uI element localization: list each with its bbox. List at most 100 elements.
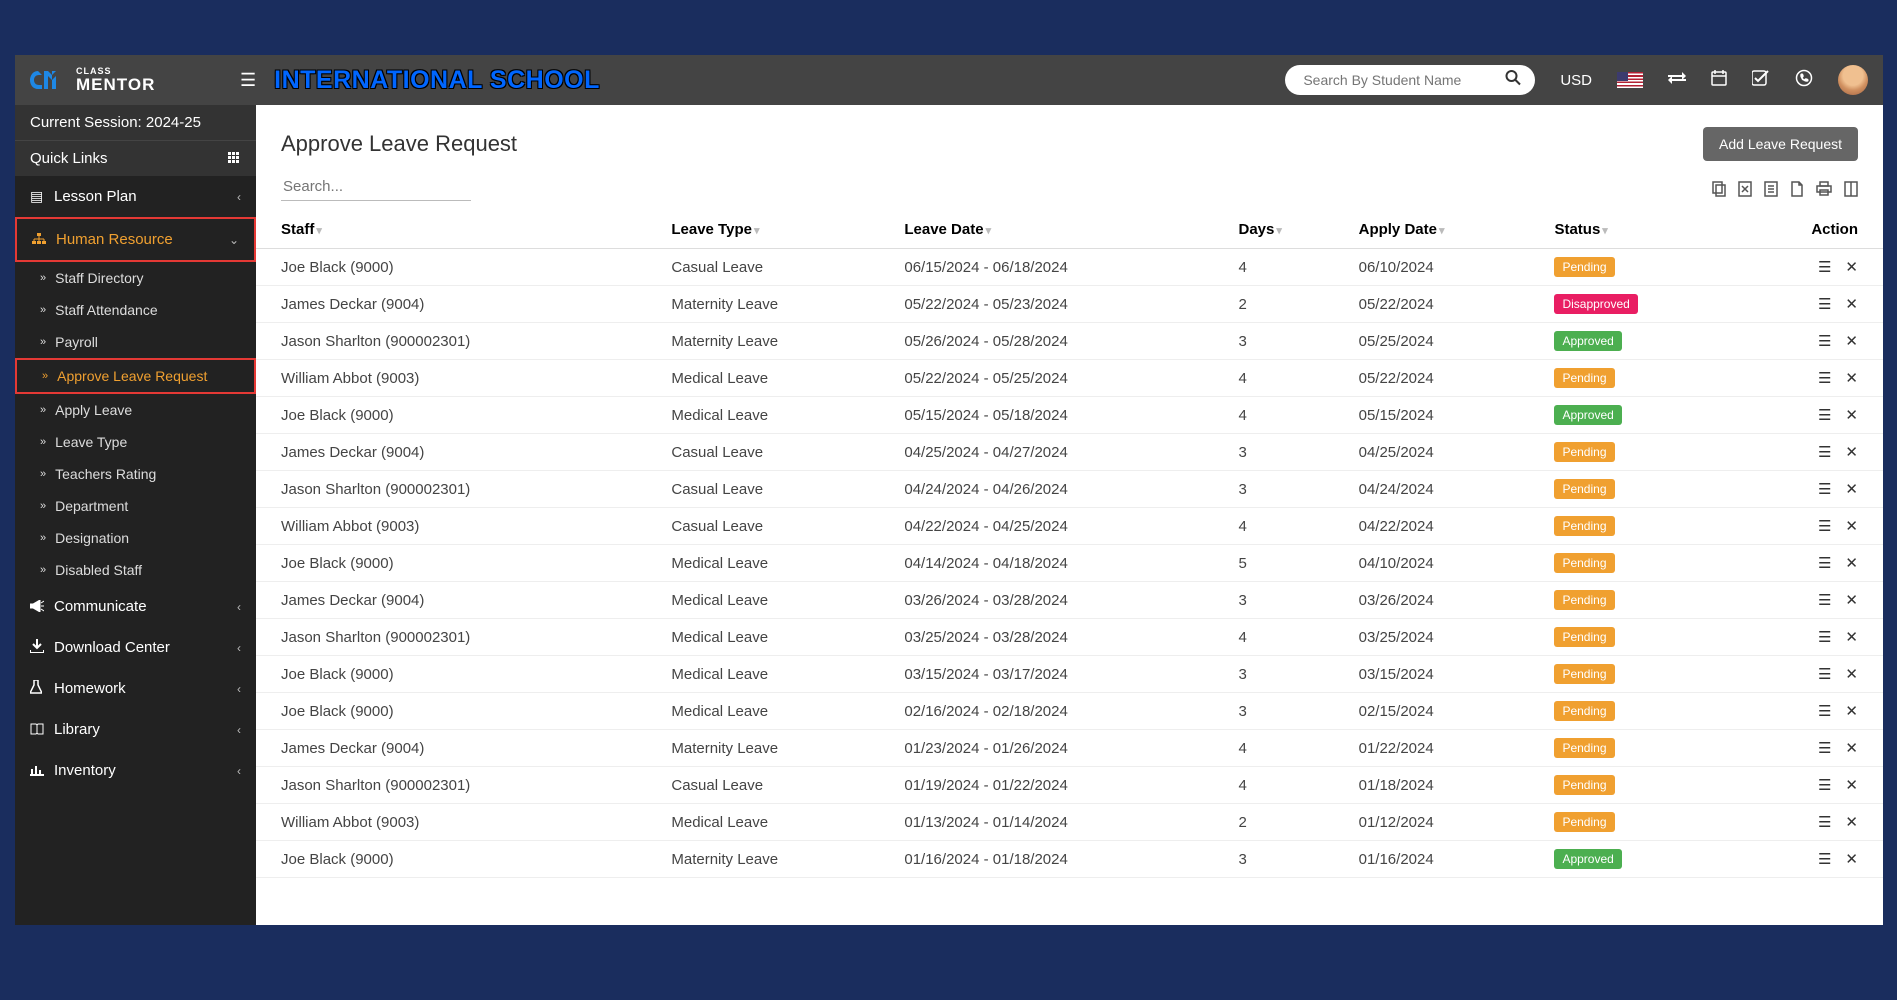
status-badge: Pending: [1554, 479, 1614, 499]
pdf-export-icon[interactable]: [1790, 181, 1804, 201]
row-menu-icon[interactable]: ☰: [1818, 517, 1831, 535]
row-delete-icon[interactable]: ✕: [1845, 517, 1858, 535]
sidebar-item-inventory[interactable]: Inventory ‹: [15, 750, 256, 791]
chevron-left-icon: ‹: [237, 682, 241, 696]
col-header-leave-date[interactable]: Leave Date▾: [892, 211, 1226, 249]
row-delete-icon[interactable]: ✕: [1845, 406, 1858, 424]
cell-leave-date: 01/23/2024 - 01/26/2024: [892, 730, 1226, 767]
row-menu-icon[interactable]: ☰: [1818, 258, 1831, 276]
row-menu-icon[interactable]: ☰: [1818, 295, 1831, 313]
row-delete-icon[interactable]: ✕: [1845, 702, 1858, 720]
sort-icon: ▾: [316, 225, 322, 237]
calendar-icon[interactable]: [1711, 70, 1727, 90]
row-menu-icon[interactable]: ☰: [1818, 369, 1831, 387]
row-menu-icon[interactable]: ☰: [1818, 813, 1831, 831]
row-menu-icon[interactable]: ☰: [1818, 480, 1831, 498]
table-row: James Deckar (9004) Casual Leave 04/25/2…: [256, 434, 1883, 471]
col-header-staff[interactable]: Staff▾: [256, 211, 659, 249]
row-menu-icon[interactable]: ☰: [1818, 850, 1831, 868]
row-delete-icon[interactable]: ✕: [1845, 628, 1858, 646]
row-menu-icon[interactable]: ☰: [1818, 443, 1831, 461]
row-menu-icon[interactable]: ☰: [1818, 628, 1831, 646]
row-delete-icon[interactable]: ✕: [1845, 850, 1858, 868]
columns-icon[interactable]: [1844, 181, 1858, 201]
sort-icon: ▾: [1439, 225, 1445, 237]
csv-export-icon[interactable]: [1764, 181, 1778, 201]
row-delete-icon[interactable]: ✕: [1845, 554, 1858, 572]
col-header-apply-date[interactable]: Apply Date▾: [1347, 211, 1543, 249]
row-menu-icon[interactable]: ☰: [1818, 702, 1831, 720]
row-delete-icon[interactable]: ✕: [1845, 369, 1858, 387]
cell-status: Pending: [1542, 434, 1733, 471]
sidebar-sub-disabled-staff[interactable]: »Disabled Staff: [15, 554, 256, 586]
copy-icon[interactable]: [1712, 181, 1726, 201]
sidebar-sub-designation[interactable]: »Designation: [15, 522, 256, 554]
cell-status: Pending: [1542, 693, 1733, 730]
sidebar-item-label: Department: [55, 498, 128, 514]
sidebar-sub-staff-directory[interactable]: »Staff Directory: [15, 262, 256, 294]
row-menu-icon[interactable]: ☰: [1818, 665, 1831, 683]
table-search-input[interactable]: [281, 173, 471, 201]
tasks-icon[interactable]: [1752, 70, 1770, 90]
sidebar-sub-approve-leave-request[interactable]: »Approve Leave Request: [15, 358, 256, 394]
sidebar-sub-apply-leave[interactable]: »Apply Leave: [15, 394, 256, 426]
col-header-leave-type[interactable]: Leave Type▾: [659, 211, 892, 249]
row-delete-icon[interactable]: ✕: [1845, 295, 1858, 313]
global-search[interactable]: [1285, 65, 1535, 95]
cell-staff: Jason Sharlton (900002301): [256, 767, 659, 804]
row-delete-icon[interactable]: ✕: [1845, 591, 1858, 609]
sidebar-item-label: Payroll: [55, 334, 98, 350]
row-menu-icon[interactable]: ☰: [1818, 332, 1831, 350]
search-icon[interactable]: [1505, 70, 1521, 91]
global-search-input[interactable]: [1285, 65, 1535, 95]
print-icon[interactable]: [1816, 181, 1832, 201]
hamburger-icon[interactable]: ☰: [240, 70, 256, 91]
cell-apply-date: 01/12/2024: [1347, 804, 1543, 841]
excel-export-icon[interactable]: [1738, 181, 1752, 201]
row-delete-icon[interactable]: ✕: [1845, 480, 1858, 498]
table-row: Jason Sharlton (900002301) Casual Leave …: [256, 767, 1883, 804]
row-delete-icon[interactable]: ✕: [1845, 739, 1858, 757]
cell-staff: Joe Black (9000): [256, 249, 659, 286]
sidebar-sub-payroll[interactable]: »Payroll: [15, 326, 256, 358]
row-menu-icon[interactable]: ☰: [1818, 554, 1831, 572]
transfer-icon[interactable]: [1668, 71, 1686, 89]
row-delete-icon[interactable]: ✕: [1845, 813, 1858, 831]
col-header-days[interactable]: Days▾: [1227, 211, 1347, 249]
row-delete-icon[interactable]: ✕: [1845, 332, 1858, 350]
cell-apply-date: 04/25/2024: [1347, 434, 1543, 471]
quick-links[interactable]: Quick Links: [15, 140, 256, 176]
cell-staff: William Abbot (9003): [256, 508, 659, 545]
sidebar-item-homework[interactable]: Homework ‹: [15, 668, 256, 709]
cell-leave-type: Casual Leave: [659, 249, 892, 286]
sidebar-sub-department[interactable]: »Department: [15, 490, 256, 522]
row-menu-icon[interactable]: ☰: [1818, 591, 1831, 609]
col-header-status[interactable]: Status▾: [1542, 211, 1733, 249]
sidebar-sub-teachers-rating[interactable]: »Teachers Rating: [15, 458, 256, 490]
row-delete-icon[interactable]: ✕: [1845, 665, 1858, 683]
cell-leave-date: 05/26/2024 - 05/28/2024: [892, 323, 1226, 360]
row-menu-icon[interactable]: ☰: [1818, 776, 1831, 794]
row-menu-icon[interactable]: ☰: [1818, 406, 1831, 424]
language-flag-icon[interactable]: [1617, 72, 1643, 88]
sidebar-sub-staff-attendance[interactable]: »Staff Attendance: [15, 294, 256, 326]
logo[interactable]: CLASS MENTOR: [30, 67, 240, 93]
row-menu-icon[interactable]: ☰: [1818, 739, 1831, 757]
sidebar-item-library[interactable]: Library ‹: [15, 709, 256, 750]
row-delete-icon[interactable]: ✕: [1845, 258, 1858, 276]
user-avatar[interactable]: [1838, 65, 1868, 95]
sidebar-sub-leave-type[interactable]: »Leave Type: [15, 426, 256, 458]
sidebar-item-communicate[interactable]: Communicate ‹: [15, 586, 256, 627]
cell-leave-date: 05/15/2024 - 05/18/2024: [892, 397, 1226, 434]
row-delete-icon[interactable]: ✕: [1845, 443, 1858, 461]
status-badge: Pending: [1554, 368, 1614, 388]
chevron-left-icon: ‹: [237, 190, 241, 204]
sidebar-item-lesson-plan[interactable]: ▤ Lesson Plan ‹: [15, 176, 256, 217]
add-leave-request-button[interactable]: Add Leave Request: [1703, 127, 1858, 161]
cell-apply-date: 05/15/2024: [1347, 397, 1543, 434]
currency-selector[interactable]: USD: [1560, 72, 1592, 89]
row-delete-icon[interactable]: ✕: [1845, 776, 1858, 794]
sidebar-item-human-resource[interactable]: Human Resource ⌄: [15, 217, 256, 262]
sidebar-item-download-center[interactable]: Download Center ‹: [15, 627, 256, 668]
whatsapp-icon[interactable]: [1795, 69, 1813, 91]
